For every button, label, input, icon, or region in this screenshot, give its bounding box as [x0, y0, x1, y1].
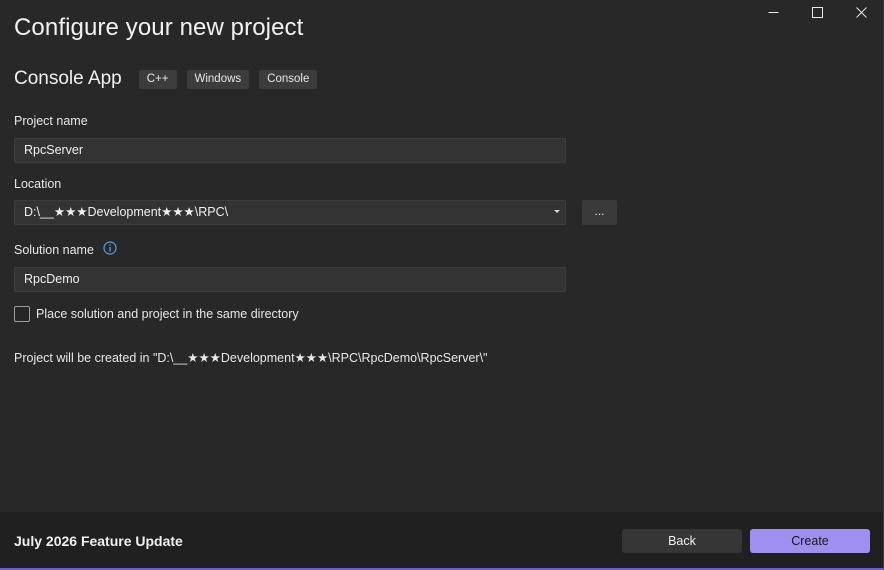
close-button[interactable]	[839, 0, 883, 24]
location-label: Location	[14, 177, 62, 191]
same-directory-option[interactable]: Place solution and project in the same d…	[14, 306, 299, 322]
footer-bar: July 2026 Feature Update Back Create	[0, 512, 883, 568]
window-controls	[751, 0, 883, 24]
same-directory-checkbox[interactable]	[14, 306, 30, 322]
tag-language: C++	[138, 69, 177, 89]
minimize-button[interactable]	[751, 0, 795, 24]
back-button[interactable]: Back	[622, 529, 742, 553]
location-value: D:\__★★★Development★★★\RPC\	[24, 205, 229, 219]
configure-project-window: Configure your new project Console App C…	[0, 0, 884, 570]
release-label: July 2026 Feature Update	[14, 533, 183, 549]
maximize-button[interactable]	[795, 0, 839, 24]
template-name: Console App	[14, 68, 122, 89]
info-icon[interactable]	[103, 241, 118, 258]
tag-platform: Windows	[186, 69, 250, 89]
solution-name-label-row: Solution name	[14, 241, 118, 258]
maximize-icon	[811, 6, 823, 18]
minimize-icon	[768, 11, 778, 13]
same-directory-label[interactable]: Place solution and project in the same d…	[36, 307, 299, 321]
close-icon	[855, 6, 867, 18]
project-name-input[interactable]: RpcServer	[14, 138, 566, 163]
browse-button[interactable]: ...	[582, 200, 617, 225]
chevron-down-icon[interactable]	[554, 210, 560, 213]
project-name-label: Project name	[14, 114, 88, 128]
solution-name-label: Solution name	[14, 243, 94, 257]
location-combobox[interactable]: D:\__★★★Development★★★\RPC\	[14, 200, 566, 225]
solution-name-input[interactable]: RpcDemo	[14, 267, 566, 292]
create-button[interactable]: Create	[750, 529, 870, 553]
page-title: Configure your new project	[14, 14, 304, 41]
template-summary: Console App C++ Windows Console	[14, 68, 327, 90]
project-path-preview: Project will be created in "D:\__★★★Deve…	[14, 351, 488, 365]
tag-project-type: Console	[259, 69, 318, 89]
